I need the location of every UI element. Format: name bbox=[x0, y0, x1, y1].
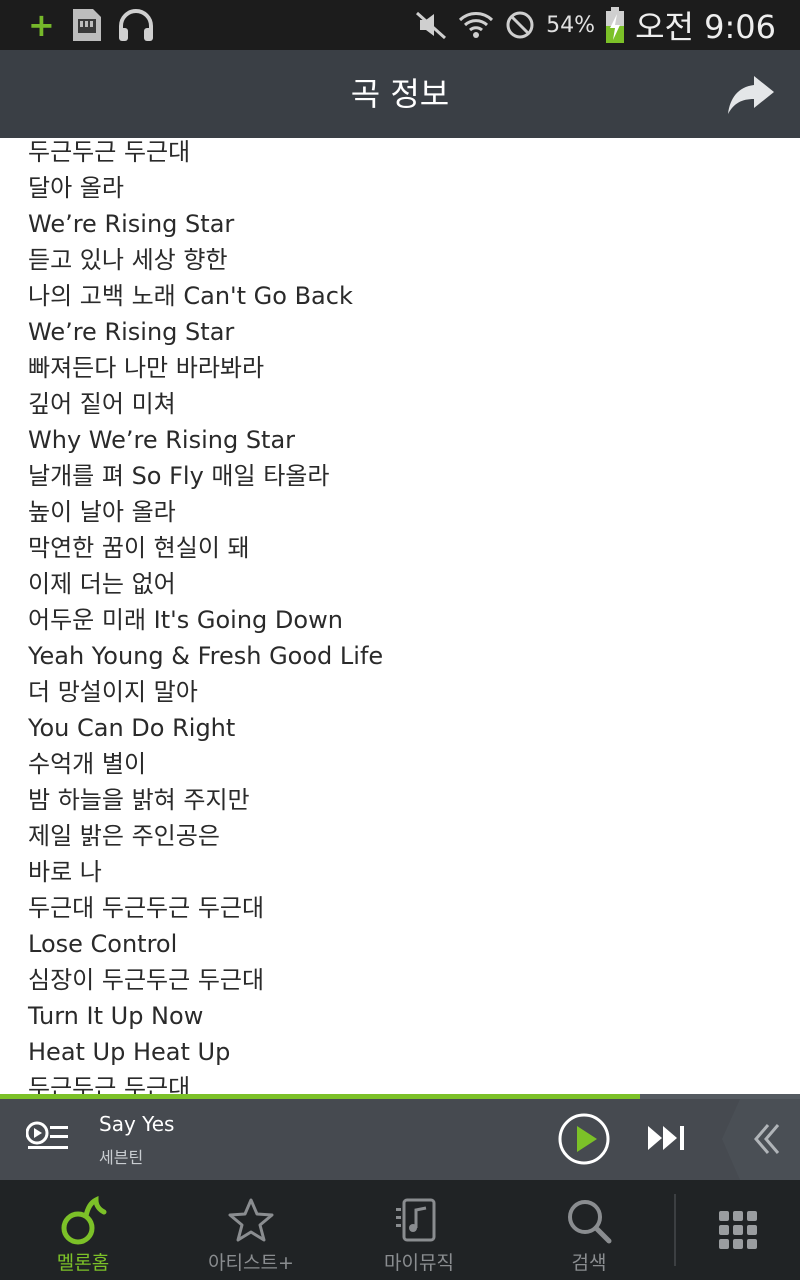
plus-icon: + bbox=[28, 6, 55, 44]
lyric-line: You Can Do Right bbox=[28, 714, 236, 742]
do-not-disturb-icon bbox=[506, 11, 534, 39]
search-icon bbox=[568, 1200, 612, 1244]
lyric-line: 달아 올라 bbox=[28, 174, 124, 202]
lyric-line: 더 망설이지 말아 bbox=[28, 678, 198, 706]
melon-home-icon bbox=[61, 1196, 107, 1245]
lyrics-panel[interactable]: 두근두근 두근대달아 올라 We’re Rising Star 듣고 있나 세상 향… bbox=[0, 138, 800, 1098]
lyric-line: Lose Control bbox=[28, 930, 178, 958]
nav-label: 검색 bbox=[571, 1252, 607, 1274]
bottom-navigation: 멜론홈 아티스트+ 마이뮤직 검색 bbox=[0, 1180, 800, 1280]
lyric-line: 깊어 짙어 미쳐 bbox=[28, 390, 176, 418]
lyric-line: We’re Rising Star bbox=[28, 210, 235, 238]
nav-search[interactable]: 검색 bbox=[524, 1180, 654, 1280]
next-track-button[interactable] bbox=[646, 1124, 688, 1152]
lyric-line: Turn It Up Now bbox=[28, 1002, 204, 1030]
nav-menu[interactable] bbox=[700, 1180, 776, 1280]
star-icon bbox=[228, 1198, 274, 1242]
lyric-line: 수억개 별이 bbox=[28, 750, 147, 778]
nav-label: 마이뮤직 bbox=[384, 1252, 454, 1274]
battery-percent: 54% bbox=[546, 12, 596, 38]
lyric-line: We’re Rising Star bbox=[28, 318, 235, 346]
lyric-line: 밤 하늘을 밝혀 주지만 bbox=[28, 786, 250, 814]
lyric-line: 막연한 꿈이 현실이 돼 bbox=[28, 534, 250, 562]
lyric-line: 이제 더는 없어 bbox=[28, 570, 176, 598]
lyric-line: Yeah Young & Fresh Good Life bbox=[28, 642, 384, 670]
nav-melon-home[interactable]: 멜론홈 bbox=[18, 1180, 148, 1280]
lyric-line: 심장이 두근두근 두근대 bbox=[28, 966, 265, 994]
collapse-player-button[interactable] bbox=[722, 1099, 800, 1180]
lyric-line: 높이 날아 올라 bbox=[28, 498, 176, 526]
playlist-queue-icon[interactable] bbox=[26, 1120, 70, 1154]
status-bar: + 54% 오전 9:06 bbox=[0, 0, 800, 50]
sd-card-icon bbox=[72, 9, 101, 41]
song-title[interactable]: Say Yes bbox=[99, 1112, 174, 1136]
nav-label: 아티스트+ bbox=[208, 1252, 294, 1274]
lyric-line: 나의 고백 노래 Can't Go Back bbox=[28, 282, 353, 310]
nav-artist-plus[interactable]: 아티스트+ bbox=[186, 1180, 316, 1280]
play-button[interactable] bbox=[557, 1112, 611, 1166]
lyric-line: 어두운 미래 It's Going Down bbox=[28, 606, 343, 634]
headphones-icon bbox=[118, 9, 153, 41]
progress-track[interactable] bbox=[0, 1094, 800, 1099]
progress-fill bbox=[0, 1094, 640, 1099]
grid-menu-icon bbox=[719, 1211, 757, 1249]
artist-name[interactable]: 세븐틴 bbox=[99, 1144, 143, 1168]
lyric-line: 날개를 펴 So Fly 매일 타올라 bbox=[28, 462, 330, 490]
app-header: 곡 정보 bbox=[0, 50, 800, 138]
page-title: 곡 정보 bbox=[350, 75, 450, 113]
nav-label: 멜론홈 bbox=[56, 1252, 110, 1274]
my-music-icon bbox=[396, 1198, 436, 1242]
lyric-line: 두근두근 두근대 bbox=[28, 138, 191, 166]
nav-divider bbox=[674, 1194, 676, 1266]
share-arrow-icon[interactable] bbox=[724, 72, 776, 116]
lyric-line: 제일 밝은 주인공은 bbox=[28, 822, 220, 850]
lyric-line: 두근대 두근두근 두근대 bbox=[28, 894, 265, 922]
battery-charging-icon bbox=[606, 7, 625, 43]
nav-my-music[interactable]: 마이뮤직 bbox=[354, 1180, 484, 1280]
status-right: 54% 오전 9:06 bbox=[414, 0, 776, 50]
lyric-line: Heat Up Heat Up bbox=[28, 1038, 231, 1066]
clock: 오전 9:06 bbox=[635, 8, 776, 46]
lyric-line: 듣고 있나 세상 향한 bbox=[28, 246, 228, 274]
status-left-icons: + bbox=[28, 6, 155, 44]
lyric-line: 바로 나 bbox=[28, 858, 102, 886]
mini-player[interactable]: Say Yes 세븐틴 bbox=[0, 1094, 800, 1180]
lyric-line: 빠져든다 나만 바라봐라 bbox=[28, 354, 265, 382]
mute-icon bbox=[416, 11, 447, 40]
lyrics-list: 두근두근 두근대달아 올라 We’re Rising Star 듣고 있나 세상 향… bbox=[28, 138, 383, 1098]
wifi-icon bbox=[459, 12, 494, 38]
lyric-line: Why We’re Rising Star bbox=[28, 426, 296, 454]
